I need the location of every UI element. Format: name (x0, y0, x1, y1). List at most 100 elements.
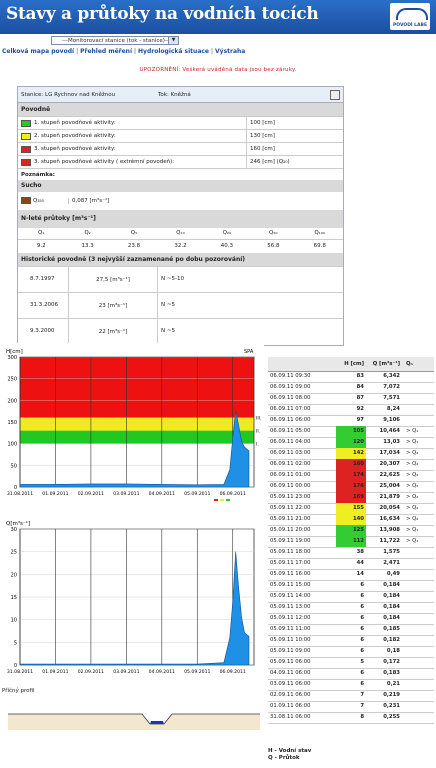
row-time: 05.09.11 21:00 (270, 516, 311, 522)
row-h: 84 (356, 384, 364, 390)
x-tick-label: 03.09.2011 (113, 669, 139, 675)
wave-icon (396, 8, 428, 20)
row-q: 0,184 (383, 593, 400, 599)
y-tick-label: 5 (14, 640, 17, 646)
row-h: 174 (336, 470, 366, 481)
row-h: 160 (336, 459, 366, 470)
flood-band (20, 417, 254, 431)
station-river: Tok: Kněžná (158, 92, 191, 98)
y-tick-label: 25 (11, 550, 17, 556)
row-q: 1,575 (383, 549, 400, 555)
y-tick-label: 20 (11, 572, 17, 578)
cross-profile: Příčný profil (2, 688, 264, 736)
sucho-label: Q₃₅₅ (33, 198, 44, 204)
row-time: 06.09.11 03:00 (270, 450, 311, 456)
row-q: 0,21 (386, 681, 400, 687)
spa-level-label: III. (256, 416, 261, 422)
x-tick-label: 01.09.2011 (42, 669, 68, 675)
povodi-labe-logo[interactable]: POVODÍ LABE (390, 3, 430, 30)
row-time: 06.09.11 06:00 (270, 417, 311, 423)
legend-marker (220, 499, 224, 501)
row-time: 05.09.11 11:00 (270, 626, 311, 632)
row-h: 83 (356, 373, 364, 379)
historic-flood-date: 8.7.1997 (30, 276, 55, 282)
povodne-row: 3. stupeň povodňové aktivity ( extrémní … (18, 155, 343, 169)
row-time: 05.09.11 17:00 (270, 560, 311, 566)
nlete-value: 56.8 (267, 243, 280, 249)
water-level-chart: H[cm] 300 250 200 150 100 50 0 31.08.2011 01.09.2… (2, 343, 264, 513)
legend-q: Q - Průtok (268, 755, 300, 761)
row-h: 92 (356, 406, 364, 412)
row-h: 105 (336, 426, 366, 437)
flood-level-swatch (21, 146, 31, 153)
row-time: 31.08.11 06:00 (270, 714, 311, 720)
row-time: 05.09.11 06:00 (270, 659, 311, 665)
nlete-value: 13.3 (81, 243, 94, 249)
discharge-chart-svg: Q[m³s⁻¹]30 25 20 15 10 5 031.08.2011 01.09.2011… (6, 520, 255, 675)
row-h: 7 (360, 703, 364, 709)
row-h: 97 (356, 417, 364, 423)
row-time: 06.09.11 04:00 (270, 439, 311, 445)
row-time: 05.09.11 10:00 (270, 637, 311, 643)
row-time: 05.09.11 13:00 (270, 604, 311, 610)
nlete-value: 32.2 (174, 243, 187, 249)
nav-prehled-mereni[interactable]: Přehled měření (80, 48, 132, 55)
y-tick-label: 150 (7, 420, 17, 426)
legend-h: H - Vodní stav (268, 748, 312, 754)
table-header: H [cm] Q [m³s⁻¹] Qₙ (268, 357, 434, 372)
row-time: 05.09.11 18:00 (270, 549, 311, 555)
spa-level-label: I. (256, 442, 259, 448)
row-time: 05.09.11 15:00 (270, 582, 311, 588)
print-icon[interactable] (330, 90, 340, 100)
row-h: 5 (360, 659, 364, 665)
row-qn: > Q₁ (406, 428, 419, 434)
nlete-value: 23.8 (127, 243, 141, 249)
nav-vystraha[interactable]: Výstraha (215, 48, 245, 55)
y-tick-label: 100 (7, 442, 17, 448)
row-q: 0,231 (383, 703, 400, 709)
chevron-down-icon[interactable]: ▼ (168, 37, 178, 44)
row-q: 22,625 (379, 472, 400, 478)
flood-level-swatch (21, 133, 31, 140)
historic-flood-q: 23 [m³s⁻¹] (68, 293, 158, 319)
logo-text: POVODÍ LABE (392, 23, 428, 28)
legend-marker (226, 499, 230, 501)
nav-hydrologicka-situace[interactable]: Hydrologická situace (138, 48, 209, 55)
row-q: 6,342 (383, 373, 400, 379)
section-povodne: Povodně (18, 103, 343, 116)
nav-celkova-mapa[interactable]: Celková mapa povodí (2, 48, 74, 55)
station-select-value: ---Monitorovací stanice (tok - stanice)-… (62, 38, 171, 44)
flood-level-label: 3. stupeň povodňové aktivity: (34, 146, 116, 152)
row-qn: > Q₂ (406, 472, 419, 478)
x-tick-label: 03.09.2011 (113, 491, 139, 497)
row-h: 38 (356, 549, 364, 555)
flood-level-label: 3. stupeň povodňové aktivity ( extrémní … (34, 159, 175, 165)
spa-level-label: II. (256, 429, 260, 435)
row-q: 0,183 (383, 670, 400, 676)
sucho-row: Q₃₅₅ 0,087 [m³s⁻¹] (18, 192, 343, 210)
nav-separator: | (76, 48, 79, 55)
discharge-chart: Q[m³s⁻¹] 30 25 20 15 10 5 0 31.08.2011 01.09.2011… (2, 515, 264, 687)
row-h: 176 (336, 481, 366, 492)
y-tick-label: 50 (11, 463, 17, 469)
y-tick-label: 15 (11, 595, 17, 601)
row-h: 6 (360, 681, 364, 687)
row-h: 6 (360, 615, 364, 621)
station-info-panel: Stanice: LG Rychnov nad Kněžnou Tok: Kně… (17, 86, 344, 346)
row-h: 125 (336, 525, 366, 536)
nlete-value: 40.3 (220, 243, 234, 249)
row-time: 05.09.11 12:00 (270, 615, 311, 621)
station-select[interactable]: ---Monitorovací stanice (tok - stanice)-… (51, 36, 179, 45)
y-tick-label: 200 (7, 398, 17, 404)
section-historicke: Historické povodně (3 nejvyšší zaznamena… (18, 253, 343, 266)
cross-profile-label: Příčný profil (2, 688, 35, 694)
row-qn: > Q₂ (406, 505, 419, 511)
series-area (19, 551, 250, 666)
row-q: 10,464 (379, 428, 400, 434)
y-axis-label: Q[m³s⁻¹] (6, 520, 30, 527)
row-time: 04.09.11 06:00 (270, 670, 311, 676)
row-time: 01.09.11 06:00 (270, 703, 311, 709)
historic-flood-date: 31.3.2006 (30, 302, 58, 308)
section-nlete: N-leté průtoky [m³s⁻¹] (18, 210, 343, 228)
row-q: 16,634 (379, 516, 400, 522)
